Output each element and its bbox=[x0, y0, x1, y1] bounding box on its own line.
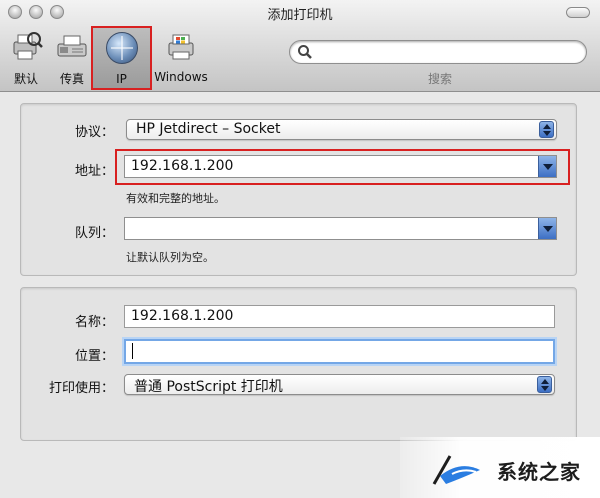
watermark-text: 系统之家 bbox=[497, 460, 581, 484]
driver-popup[interactable]: 普通 PostScript 打印机 bbox=[124, 374, 555, 395]
windows-printer-icon bbox=[163, 28, 199, 64]
name-label: 名称： bbox=[74, 315, 114, 330]
default-printer-icon bbox=[8, 28, 44, 64]
driver-label: 打印使用： bbox=[48, 381, 114, 396]
chevron-down-icon[interactable] bbox=[538, 156, 556, 177]
chevron-down-icon[interactable] bbox=[538, 218, 556, 239]
toolbar-windows-label: Windows bbox=[154, 70, 208, 84]
address-hint: 有效和完整的地址。 bbox=[126, 192, 225, 205]
name-value: 192.168.1.200 bbox=[131, 308, 234, 324]
fax-icon bbox=[54, 28, 90, 64]
popup-stepper-icon bbox=[537, 376, 552, 393]
toolbar-windows[interactable]: Windows bbox=[153, 26, 209, 88]
watermark-logo-icon bbox=[432, 455, 480, 485]
search-icon bbox=[298, 45, 312, 59]
address-combobox[interactable]: 192.168.1.200 bbox=[124, 155, 557, 178]
popup-stepper-icon bbox=[539, 121, 554, 138]
search-label: 搜索 bbox=[427, 72, 452, 86]
toolbar-fax[interactable]: 传真 bbox=[52, 26, 92, 88]
window-title: 添加打印机 bbox=[267, 8, 333, 23]
location-field[interactable] bbox=[124, 339, 555, 364]
toolbar-toggle-button[interactable] bbox=[566, 7, 590, 18]
address-value: 192.168.1.200 bbox=[131, 158, 234, 174]
window-titlebar: 添加打印机 默认 传真 IP Windows 搜索 bbox=[0, 0, 600, 92]
address-label: 地址： bbox=[74, 164, 114, 179]
protocol-popup[interactable]: HP Jetdirect – Socket bbox=[126, 119, 557, 140]
toolbar-ip[interactable]: IP bbox=[91, 26, 152, 90]
protocol-label: 协议： bbox=[74, 125, 114, 140]
toolbar-default[interactable]: 默认 bbox=[6, 26, 46, 88]
toolbar-default-label: 默认 bbox=[13, 72, 38, 86]
search-field[interactable] bbox=[289, 40, 587, 64]
ip-globe-icon bbox=[104, 30, 140, 66]
text-caret bbox=[132, 343, 133, 359]
toolbar-fax-label: 传真 bbox=[59, 72, 84, 86]
location-label: 位置： bbox=[74, 349, 114, 364]
name-field[interactable]: 192.168.1.200 bbox=[124, 305, 555, 328]
protocol-value: HP Jetdirect – Socket bbox=[136, 121, 281, 137]
queue-label: 队列： bbox=[74, 226, 114, 241]
toolbar-ip-label: IP bbox=[116, 72, 127, 86]
queue-hint: 让默认队列为空。 bbox=[126, 251, 214, 264]
driver-value: 普通 PostScript 打印机 bbox=[134, 379, 283, 395]
queue-combobox[interactable] bbox=[124, 217, 557, 240]
